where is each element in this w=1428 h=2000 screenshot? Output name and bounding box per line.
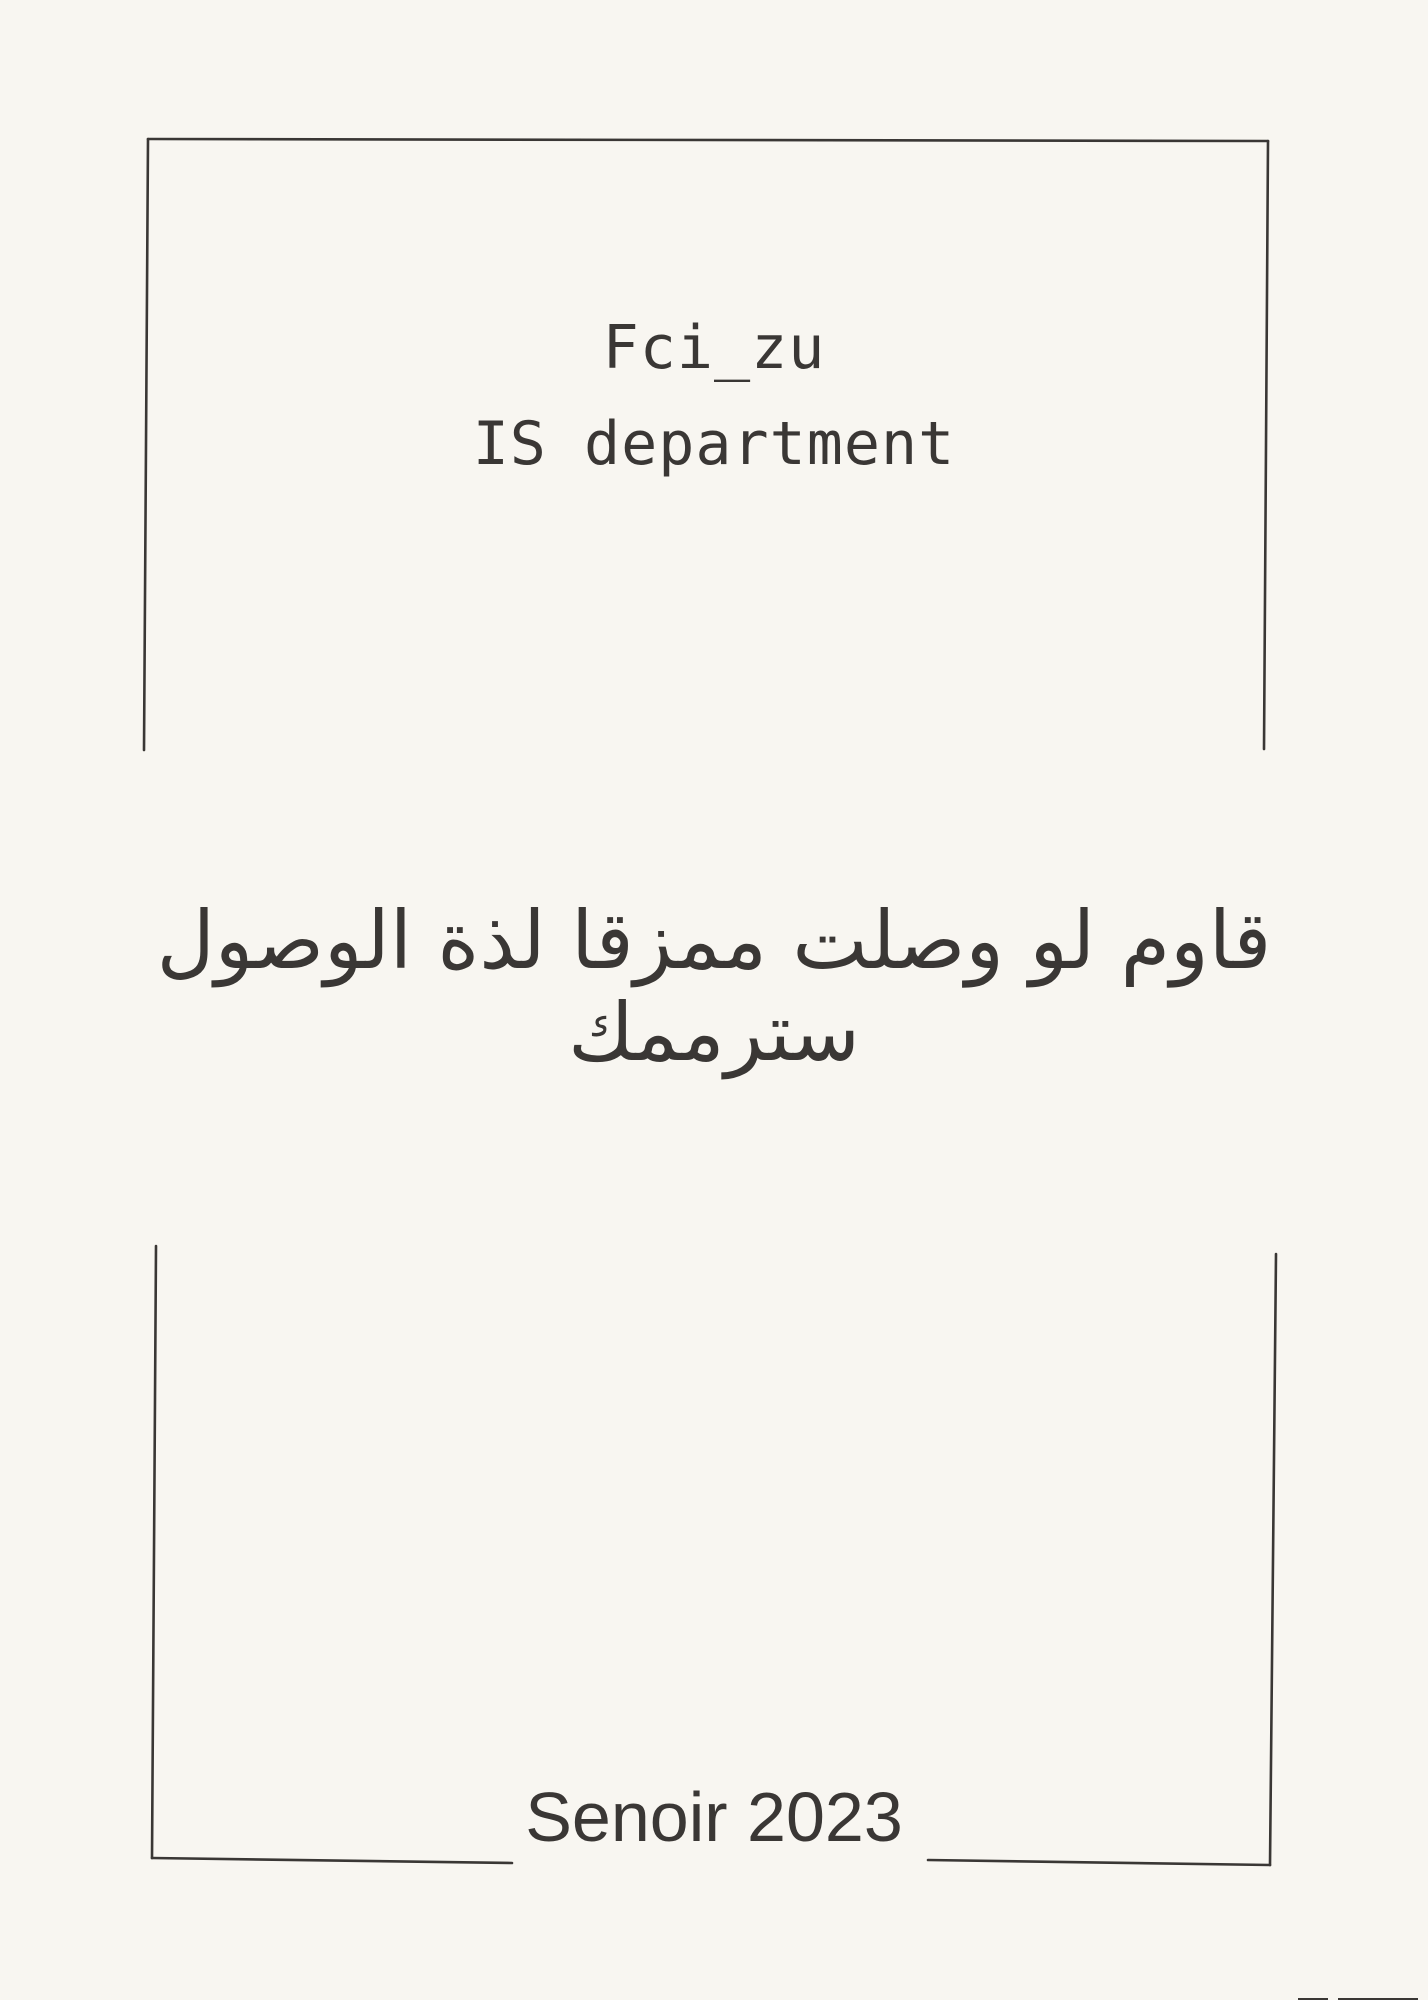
- header-block: Fci_zu IS department: [0, 300, 1428, 492]
- arabic-quote: قاوم لو وصلت ممزقا لذة الوصول سترممك: [156, 894, 1272, 1079]
- frame-top-line: [146, 137, 1270, 143]
- footer-year: Senoir 2023: [525, 1778, 903, 1856]
- frame-bottom-left-line: [150, 1244, 158, 1860]
- header-subtitle: IS department: [472, 409, 956, 479]
- header-title: Fci_zu: [602, 313, 826, 383]
- corner-marks: [1268, 1994, 1428, 2000]
